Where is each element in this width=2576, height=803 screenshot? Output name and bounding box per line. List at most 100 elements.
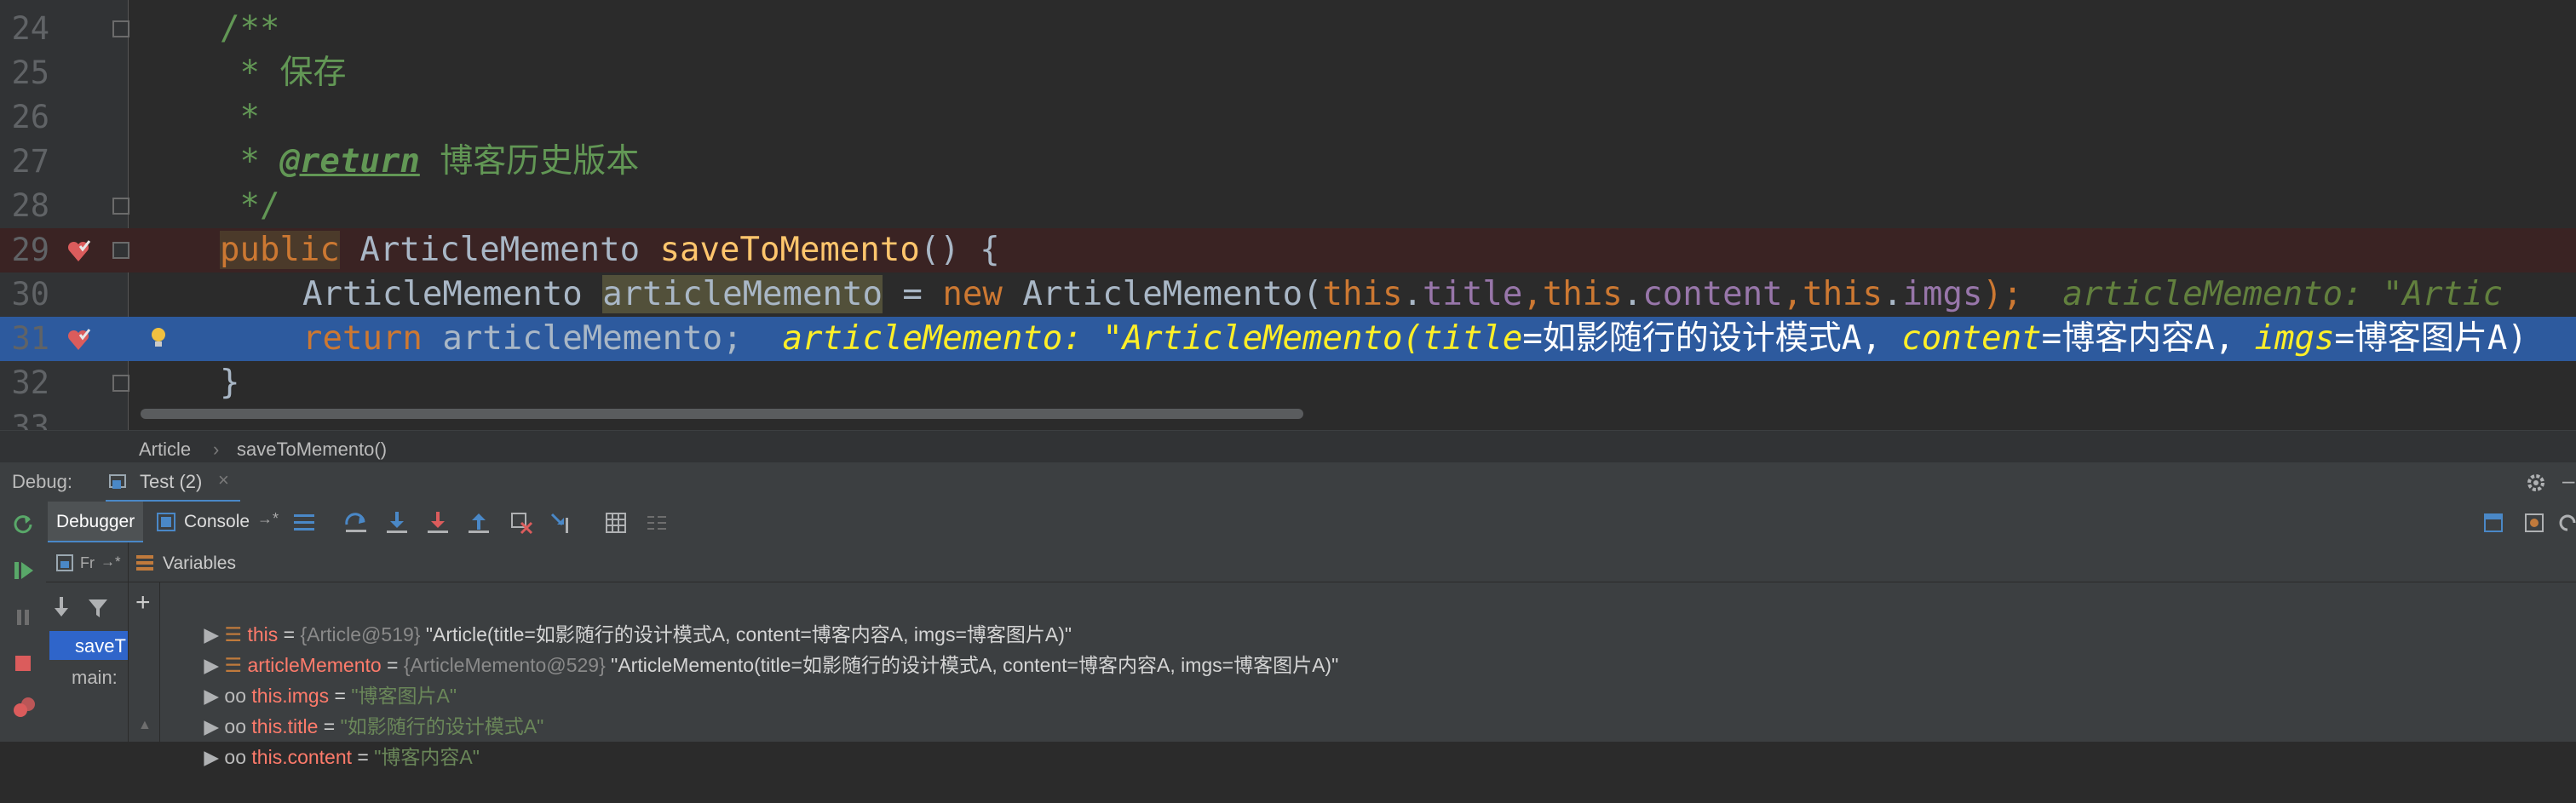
watch-icon: oo xyxy=(224,746,252,768)
inline-field-value: =博客内容A, xyxy=(2041,319,2255,358)
keyword: this xyxy=(1322,275,1403,313)
breakpoint-icon[interactable] xyxy=(66,328,90,352)
code-punct: () { xyxy=(919,231,1000,269)
doc-comment: /** xyxy=(220,9,280,48)
tab-debugger[interactable]: Debugger xyxy=(48,502,143,543)
run-to-cursor-icon[interactable] xyxy=(550,511,574,535)
line-number: 33 xyxy=(11,409,49,430)
breakpoint-icon[interactable] xyxy=(66,239,90,263)
keyword: return xyxy=(302,319,423,358)
fold-marker-icon[interactable] xyxy=(112,198,129,215)
fold-marker-icon[interactable] xyxy=(112,242,129,259)
step-over-icon[interactable] xyxy=(344,511,368,535)
code-punct: , xyxy=(1522,275,1543,313)
variable-row[interactable]: ▶ ☰ this = {Article@519} "Article(title=… xyxy=(171,588,2556,645)
trace-stream-icon[interactable] xyxy=(646,512,668,534)
code-line-32[interactable]: 32 } xyxy=(0,361,2576,405)
keyword: this xyxy=(1542,275,1623,313)
code-line-29[interactable]: 29 public ArticleMemento saveToMemento()… xyxy=(0,228,2576,272)
stop-icon[interactable] xyxy=(13,653,33,674)
test-run-icon xyxy=(109,474,126,489)
code-punct: . xyxy=(1883,275,1903,313)
code-line-24[interactable]: 24 /** xyxy=(0,7,2576,51)
scroll-up-icon[interactable]: ▲ xyxy=(138,718,152,733)
debug-title: Debug: xyxy=(12,471,72,492)
refresh-icon[interactable] xyxy=(2559,512,2576,534)
variable-row[interactable]: ▶ oo this.content = "博客内容A" xyxy=(171,711,2556,768)
filter-icon[interactable] xyxy=(87,597,109,619)
breadcrumb-item-method[interactable]: saveToMemento() xyxy=(237,439,387,461)
view-breakpoints-icon[interactable] xyxy=(12,696,36,720)
code-line-31[interactable]: 31 return articleMemento; articleMemento… xyxy=(0,317,2576,361)
code-punct: , xyxy=(1782,275,1803,313)
resume-icon[interactable] xyxy=(13,559,35,582)
line-number: 26 xyxy=(11,99,49,135)
inline-field: title xyxy=(1422,319,1523,358)
add-watch-icon[interactable]: + xyxy=(135,590,151,616)
line-number: 30 xyxy=(11,276,49,313)
hide-icon[interactable]: – xyxy=(2562,467,2574,494)
close-icon[interactable]: × xyxy=(218,469,229,491)
constructor-call: ArticleMemento( xyxy=(1002,275,1323,313)
restore-layout-icon[interactable] xyxy=(2482,512,2504,534)
show-execution-point-icon[interactable] xyxy=(293,513,315,533)
code-line-30[interactable]: 30 ArticleMemento articleMemento = new A… xyxy=(0,272,2576,317)
code-line-27[interactable]: 27 * @return 博客历史版本 xyxy=(0,140,2576,184)
variable-row[interactable]: ▶ oo this.title = "如影随行的设计模式A" xyxy=(171,680,2556,737)
code-punct: = xyxy=(882,275,943,313)
fold-marker-icon[interactable] xyxy=(112,20,129,37)
variable-eq: = xyxy=(352,746,375,768)
line-number: 29 xyxy=(11,232,49,268)
console-tab-label: Console xyxy=(184,512,250,531)
frame-item-label[interactable]: main: xyxy=(72,667,118,689)
type-name: ArticleMemento xyxy=(339,231,660,269)
code-line-25[interactable]: 25 * 保存 xyxy=(0,51,2576,95)
pause-icon[interactable] xyxy=(14,607,32,628)
breadcrumb-item-article[interactable]: Article xyxy=(139,439,191,461)
fold-marker-icon[interactable] xyxy=(112,375,129,392)
doc-tag: @return xyxy=(279,142,420,181)
field-name: title xyxy=(1422,275,1523,313)
tab-console[interactable]: Console →* xyxy=(152,502,279,541)
force-step-into-icon[interactable] xyxy=(426,511,450,535)
code-line-28[interactable]: 28 */ xyxy=(0,184,2576,228)
variable-value: "博客内容A" xyxy=(374,746,480,768)
gear-icon[interactable] xyxy=(2525,472,2547,494)
breadcrumb-separator-icon: › xyxy=(213,439,220,460)
frame-item-selected[interactable]: saveT xyxy=(49,631,128,660)
inline-field: imgs xyxy=(2254,319,2335,358)
arrow-down-icon[interactable] xyxy=(51,595,72,619)
variable-row[interactable]: ▶ oo this.imgs = "博客图片A" xyxy=(171,650,2556,707)
step-into-icon[interactable] xyxy=(385,511,409,535)
lightbulb-icon[interactable] xyxy=(149,325,168,351)
horizontal-scrollbar[interactable] xyxy=(141,409,1303,419)
frames-header-label: Fr xyxy=(80,554,95,571)
code-punct: . xyxy=(1622,275,1643,313)
method-name: saveToMemento xyxy=(659,231,920,269)
variable-name: articleMemento xyxy=(602,275,883,313)
rerun-icon[interactable] xyxy=(12,513,34,535)
line-number: 31 xyxy=(11,320,49,357)
frames-icon xyxy=(56,554,73,571)
doc-text: 博客历史版本 xyxy=(419,142,640,181)
debugger-tab-label: Debugger xyxy=(56,512,135,531)
step-out-icon[interactable] xyxy=(467,511,491,535)
keyword: new xyxy=(942,275,1003,313)
line-number: 28 xyxy=(11,187,49,224)
debug-action-bar xyxy=(0,542,47,742)
code-line-26[interactable]: 26 * xyxy=(0,95,2576,140)
inline-field-value: =博客图片A) xyxy=(2334,319,2527,358)
code-text: } xyxy=(220,364,240,402)
tab-debug-session[interactable]: Test (2) × xyxy=(106,466,240,502)
doc-prefix: * xyxy=(220,142,280,181)
doc-comment: * xyxy=(220,98,260,136)
debug-title-bar: Debug: Test (2) × – xyxy=(0,462,2576,502)
evaluate-expression-icon[interactable] xyxy=(605,512,627,534)
layout-settings-icon[interactable] xyxy=(2523,512,2545,534)
code-statement: articleMemento; xyxy=(422,319,743,358)
code-editor[interactable]: 24 /** 25 * 保存 26 * 27 * @return 博客历史版本 … xyxy=(0,0,2576,430)
console-icon xyxy=(157,513,175,531)
debug-tool-window: Debug: Test (2) × – Debugger Console →* xyxy=(0,462,2576,768)
variable-row[interactable]: ▶ ☰ articleMemento = {ArticleMemento@529… xyxy=(171,619,2556,676)
drop-frame-icon[interactable] xyxy=(509,511,533,535)
